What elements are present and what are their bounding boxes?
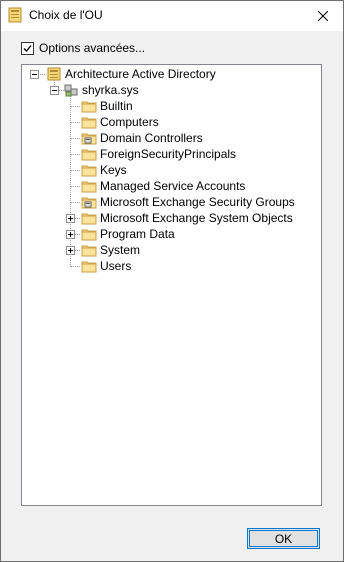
ok-button-label: OK <box>274 531 293 546</box>
tree-node-ou[interactable]: Users <box>81 258 131 274</box>
tree-node-label: Keys <box>100 163 127 177</box>
tree-node-label: System <box>100 243 141 257</box>
tree-node-ou[interactable]: Microsoft Exchange System Objects <box>81 210 293 226</box>
checkmark-icon <box>23 44 32 52</box>
expand-toggle[interactable] <box>66 230 75 239</box>
ou-tree-view[interactable]: Architecture Active Directory shyrka.sys… <box>21 64 322 506</box>
title-bar: Choix de l'OU <box>1 1 343 31</box>
tree-node-label: Domain Controllers <box>100 131 203 145</box>
advanced-options-label: Options avancées... <box>39 41 146 55</box>
dialog-window: Choix de l'OU Options avancées... Archit… <box>0 0 344 562</box>
tree-node-label: ForeignSecurityPrincipals <box>100 147 237 161</box>
folder-icon <box>81 98 97 114</box>
tree-node-label: Microsoft Exchange System Objects <box>100 211 293 225</box>
folder-icon <box>81 178 97 194</box>
folder-icon <box>81 114 97 130</box>
close-button[interactable] <box>303 1 343 31</box>
domain-collapse-toggle[interactable] <box>50 86 59 95</box>
folder-icon <box>81 162 97 178</box>
tree-node-ou[interactable]: ForeignSecurityPrincipals <box>81 146 236 162</box>
tree-node-ou[interactable]: Domain Controllers <box>81 130 203 146</box>
domain-icon <box>64 84 78 97</box>
folder-icon <box>81 242 97 258</box>
expand-toggle[interactable] <box>66 246 75 255</box>
expand-toggle[interactable] <box>66 214 75 223</box>
tree-node-label: Managed Service Accounts <box>100 179 246 193</box>
ou-icon <box>81 194 97 210</box>
tree-node-ou[interactable]: Program Data <box>81 226 175 242</box>
tree-node-label: Users <box>100 259 132 273</box>
tree-node-label: Microsoft Exchange Security Groups <box>100 195 295 209</box>
ok-button[interactable]: OK <box>247 528 320 549</box>
tree-node-ou[interactable]: Computers <box>81 114 159 130</box>
tree-node-ou[interactable]: Builtin <box>81 98 133 114</box>
tree-node-ou[interactable]: Keys <box>81 162 127 178</box>
close-icon <box>318 11 328 21</box>
root-collapse-toggle[interactable] <box>30 70 39 79</box>
ad-folder-icon <box>47 67 61 81</box>
ou-icon <box>81 130 97 146</box>
window-title: Choix de l'OU <box>29 8 103 22</box>
folder-icon <box>81 226 97 242</box>
tree-node-label: Program Data <box>100 227 175 241</box>
folder-icon <box>81 146 97 162</box>
app-icon <box>8 7 22 23</box>
advanced-options-row[interactable]: Options avancées... <box>21 41 145 55</box>
tree-node-label: Builtin <box>100 99 133 113</box>
advanced-options-checkbox[interactable] <box>21 41 34 55</box>
tree-node-domain-label: shyrka.sys <box>82 83 139 97</box>
tree-node-ou[interactable]: Microsoft Exchange Security Groups <box>81 194 295 210</box>
tree-node-ou[interactable]: Managed Service Accounts <box>81 178 245 194</box>
folder-icon <box>81 210 97 226</box>
tree-node-ou[interactable]: System <box>81 242 140 258</box>
folder-icon <box>81 258 97 274</box>
tree-node-domain[interactable]: shyrka.sys <box>63 82 139 98</box>
tree-node-root[interactable]: Architecture Active Directory <box>46 66 216 82</box>
tree-node-root-label: Architecture Active Directory <box>65 67 216 81</box>
tree-node-label: Computers <box>100 115 159 129</box>
